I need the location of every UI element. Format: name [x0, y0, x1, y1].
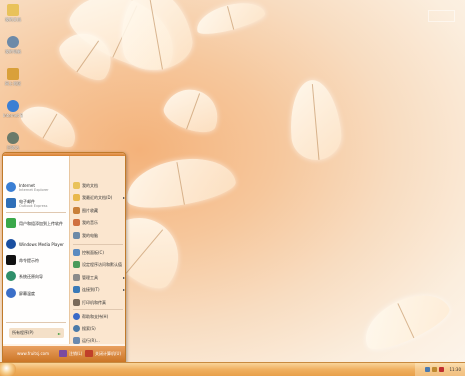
feather-decoration [192, 0, 268, 39]
start-menu: Internet Internet Explorer 电子邮件 Outlook Ex… [2, 152, 126, 362]
network-connect-icon [73, 286, 80, 293]
start-item-internet[interactable]: Internet Internet Explorer [6, 180, 68, 194]
system-restore-icon [6, 271, 16, 281]
start-item-screen[interactable]: 屏幕温度 [6, 286, 68, 300]
start-item-program-defaults[interactable]: 设定程序访问和默认值 [73, 260, 125, 269]
website-url: www.fruitsj.com [17, 351, 49, 356]
start-item-media-player[interactable]: Windows Media Player [6, 237, 68, 251]
security-icon[interactable] [439, 367, 445, 372]
start-menu-left-pane: Internet Internet Explorer 电子邮件 Outlook Ex… [3, 156, 69, 344]
start-item-my-music[interactable]: 我的音乐 [73, 218, 125, 227]
start-item-email[interactable]: 电子邮件 Outlook Express [6, 196, 68, 210]
arrow-right-icon: ► [57, 330, 61, 336]
start-item-run[interactable]: 运行(R)... [73, 336, 125, 345]
desktop: 我的文档 我的电脑 网上邻居 Internet Explorer 回收站 Int… [0, 0, 465, 362]
start-item-my-documents[interactable]: 我的文档 [73, 181, 125, 190]
separator [73, 244, 123, 245]
start-item-add-software[interactable]: 用户和组添加到上传软件 [6, 216, 68, 230]
start-item-help[interactable]: 帮助和支持(H) [73, 312, 125, 321]
system-tray: 11:30 [415, 363, 465, 376]
media-player-icon [6, 239, 16, 249]
control-panel-icon [73, 249, 80, 256]
run-icon [73, 337, 80, 344]
network-icon [7, 68, 19, 80]
start-item-my-pictures[interactable]: 图片收藏 [73, 206, 125, 215]
feather-decoration [286, 77, 344, 163]
recycle-bin-icon [7, 132, 19, 144]
feather-decoration [113, 0, 197, 76]
start-item-connect-to[interactable]: 连接到(T) ▸ [73, 285, 125, 294]
start-item-printers[interactable]: 打印机和传真 [73, 298, 125, 307]
start-item-recent-documents[interactable]: 我最近的文档(D) ▸ [73, 193, 125, 202]
help-icon [73, 313, 80, 320]
separator [6, 212, 66, 213]
program-defaults-icon [73, 261, 80, 268]
desktop-icon-my-documents[interactable]: 我的文档 [3, 4, 23, 23]
all-programs-button[interactable]: 所有程序(P) ► [9, 328, 64, 338]
desktop-icon-my-computer[interactable]: 我的电脑 [3, 36, 23, 55]
pictures-icon [73, 207, 80, 214]
start-menu-footer: www.fruitsj.com 注销(L) 关闭计算机(U) [3, 346, 125, 362]
feather-decoration [16, 97, 84, 153]
users-icon [6, 218, 16, 228]
clock[interactable]: 11:30 [449, 367, 461, 372]
separator [73, 309, 123, 310]
watermark [428, 10, 455, 22]
taskbar: 11:30 [0, 362, 465, 376]
feather-decoration [355, 282, 455, 358]
admin-tools-icon [73, 274, 80, 281]
desktop-icon-recycle-bin[interactable]: 回收站 [3, 132, 23, 151]
folder-icon [73, 182, 80, 189]
internet-explorer-icon [6, 182, 16, 192]
printer-icon [73, 299, 80, 306]
display-icon [6, 288, 16, 298]
start-button[interactable] [0, 363, 16, 376]
search-icon [73, 325, 80, 332]
start-item-search[interactable]: 搜索(S) [73, 324, 125, 333]
volume-icon[interactable] [432, 367, 438, 372]
start-item-system-restore[interactable]: 系统还原向导 [6, 269, 68, 283]
email-icon [6, 198, 16, 208]
desktop-icon-internet-explorer[interactable]: Internet Explorer [3, 100, 23, 118]
folder-icon [7, 4, 19, 16]
start-item-my-computer[interactable]: 我的电脑 [73, 231, 125, 240]
start-menu-right-pane: 我的文档 我最近的文档(D) ▸ 图片收藏 我的音乐 我的电脑 控制面板(C) 设… [69, 156, 125, 345]
start-item-command-prompt[interactable]: 命令提示符 [6, 253, 68, 267]
command-prompt-icon [6, 255, 16, 265]
shutdown-button[interactable]: 关闭计算机(U) [85, 350, 121, 357]
computer-icon [7, 36, 19, 48]
start-item-control-panel[interactable]: 控制面板(C) [73, 248, 125, 257]
separator [6, 322, 66, 323]
feather-decoration [159, 81, 226, 139]
desktop-icon-network[interactable]: 网上邻居 [3, 68, 23, 87]
recent-documents-icon [73, 194, 80, 201]
logoff-icon [59, 350, 67, 357]
feather-decoration [121, 150, 239, 215]
internet-explorer-icon [7, 100, 19, 112]
start-item-admin-tools[interactable]: 管理工具 ▸ [73, 273, 125, 282]
music-icon [73, 219, 80, 226]
network-icon[interactable] [425, 367, 431, 372]
computer-icon [73, 232, 80, 239]
shutdown-icon [85, 350, 93, 357]
logoff-button[interactable]: 注销(L) [59, 350, 82, 357]
